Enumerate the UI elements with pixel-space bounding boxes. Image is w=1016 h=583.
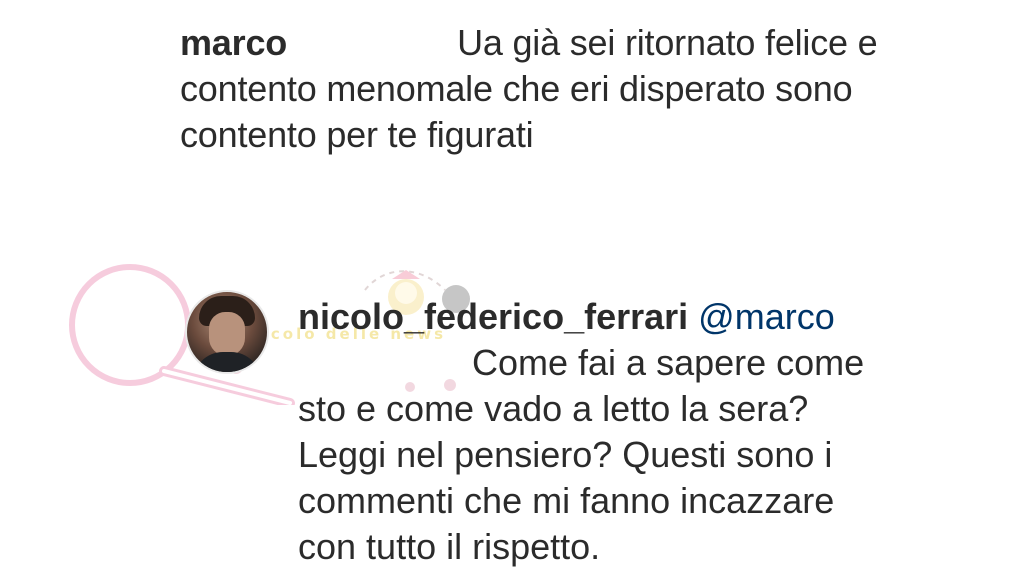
reply-username[interactable]: nicolo_federico_ferrari	[298, 296, 688, 337]
avatar-shirt	[193, 352, 261, 372]
comment-body: marco Ua già sei ritornato felice e conte…	[180, 20, 900, 158]
avatar-face	[209, 312, 245, 356]
avatar[interactable]	[185, 290, 269, 374]
reply-body: nicolo_federico_ferrari @marco Come fai …	[298, 294, 898, 570]
reply-mention[interactable]: @marco	[698, 296, 835, 337]
reply-text: Come fai a sapere come sto e come vado a…	[298, 342, 865, 567]
comment-username[interactable]: marco	[180, 22, 287, 63]
comment-marco: marco Ua già sei ritornato felice e conte…	[180, 20, 900, 158]
